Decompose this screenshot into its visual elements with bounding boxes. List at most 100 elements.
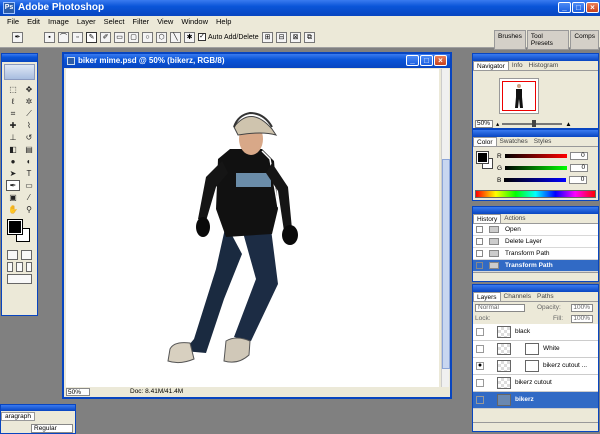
zoom-in-icon[interactable]: ▲ [565, 121, 571, 128]
dodge-tool-icon[interactable]: ◐ [22, 156, 36, 167]
layer-visibility-toggle[interactable] [476, 328, 484, 336]
history-item[interactable]: Delete Layer [473, 236, 598, 248]
color-spectrum-ramp[interactable] [475, 190, 596, 198]
well-tab-comps[interactable]: Comps [570, 30, 599, 50]
doc-minimize-button[interactable]: _ [406, 55, 419, 66]
channel-r-slider[interactable] [504, 154, 567, 158]
pen-tool-preset-icon[interactable]: ✒ [12, 32, 23, 43]
standard-mode-icon[interactable] [7, 250, 18, 260]
minimize-button[interactable]: _ [558, 2, 571, 13]
history-brush-source-icon[interactable] [476, 238, 483, 245]
color-foreground-swatch[interactable] [476, 151, 489, 164]
color-titlebar[interactable] [473, 130, 598, 137]
menu-edit[interactable]: Edit [23, 16, 44, 27]
font-style-select[interactable]: Regular [31, 424, 73, 433]
layer-visibility-toggle[interactable] [476, 396, 484, 404]
menu-help[interactable]: Help [212, 16, 235, 27]
tab-paragraph[interactable]: aragraph [1, 412, 36, 421]
history-item-selected[interactable]: Transform Path [473, 260, 598, 272]
channel-g-slider[interactable] [505, 166, 568, 170]
layer-row[interactable]: black [473, 324, 598, 341]
subtract-path-icon[interactable]: ⊟ [276, 32, 287, 43]
pen-icon[interactable]: ✎ [86, 32, 97, 43]
tab-styles[interactable]: Styles [531, 137, 555, 146]
auto-add-delete-option[interactable]: ✓ Auto Add/Delete [198, 33, 259, 41]
marquee-tool-icon[interactable]: ⬚ [6, 84, 20, 95]
brush-tool-icon[interactable]: ⌇ [22, 120, 36, 131]
opacity-field[interactable]: 100% [571, 304, 593, 312]
tab-info[interactable]: Info [509, 61, 526, 70]
eye-icon[interactable]: ● [476, 362, 484, 370]
blur-tool-icon[interactable]: ● [6, 156, 20, 167]
menu-layer[interactable]: Layer [73, 16, 100, 27]
fill-field[interactable]: 100% [571, 315, 593, 323]
freeform-pen-icon[interactable]: ✐ [100, 32, 111, 43]
canvas[interactable] [66, 69, 439, 387]
slice-tool-icon[interactable]: ⟋ [22, 108, 36, 119]
add-to-path-icon[interactable]: ⊞ [262, 32, 273, 43]
quick-mask-mode-icon[interactable] [21, 250, 32, 260]
eyedropper-icon[interactable]: ⁄ [22, 192, 36, 203]
navigator-titlebar[interactable] [473, 54, 598, 61]
gradient-tool-icon[interactable]: ▤ [22, 144, 36, 155]
clone-stamp-icon[interactable]: ⊥ [6, 132, 20, 143]
paths-icon[interactable]: ⌒ [58, 32, 69, 43]
path-selection-icon[interactable]: ➤ [6, 168, 20, 179]
type-tool-icon[interactable]: T [22, 168, 36, 179]
navigator-zoom-field[interactable]: 50% [475, 120, 493, 128]
history-brush-source-icon[interactable] [476, 262, 483, 269]
channel-r-value[interactable]: 0 [569, 152, 588, 160]
notes-tool-icon[interactable]: ▣ [6, 192, 20, 203]
well-tab-tool-presets[interactable]: Tool Presets [526, 30, 570, 50]
tab-paths[interactable]: Paths [534, 292, 557, 301]
history-brush-source-icon[interactable] [476, 250, 483, 257]
maximize-button[interactable]: □ [572, 2, 585, 13]
fill-pixels-icon[interactable]: ▫ [72, 32, 83, 43]
move-tool-icon[interactable]: ✥ [22, 84, 36, 95]
shape-layers-icon[interactable]: ▪ [44, 32, 55, 43]
foreground-color-swatch[interactable] [7, 219, 23, 235]
zoom-out-icon[interactable]: ▴ [496, 120, 499, 128]
full-screen-menu-icon[interactable] [16, 262, 23, 272]
channel-g-value[interactable]: 0 [570, 164, 589, 172]
layer-row-selected[interactable]: bikerz [473, 392, 598, 409]
history-brush-icon[interactable]: ↺ [22, 132, 36, 143]
menu-image[interactable]: Image [44, 16, 73, 27]
crop-tool-icon[interactable]: ⌗ [6, 108, 20, 119]
channel-b-slider[interactable] [504, 178, 567, 182]
navigator-preview[interactable] [499, 78, 539, 114]
blend-mode-select[interactable]: Normal [475, 304, 525, 312]
menu-view[interactable]: View [153, 16, 177, 27]
close-button[interactable]: × [586, 2, 599, 13]
tab-channels[interactable]: Channels [501, 292, 534, 301]
tab-layers[interactable]: Layers [473, 292, 501, 301]
line-icon[interactable]: ╲ [170, 32, 181, 43]
tab-navigator[interactable]: Navigator [473, 61, 509, 70]
ellipse-icon[interactable]: ○ [142, 32, 153, 43]
menu-file[interactable]: File [3, 16, 23, 27]
layer-row[interactable]: White [473, 341, 598, 358]
pen-tool-icon[interactable]: ✒ [6, 180, 20, 191]
adobe-online-icon[interactable] [4, 64, 35, 80]
magic-wand-icon[interactable]: ✲ [22, 96, 36, 107]
jump-to-imageready-icon[interactable] [7, 274, 32, 284]
zoom-tool-icon[interactable]: ⚲ [22, 204, 36, 215]
tab-history[interactable]: History [473, 214, 502, 223]
layer-visibility-toggle[interactable] [476, 345, 484, 353]
channel-b-value[interactable]: 0 [569, 176, 588, 184]
color-swatches[interactable] [6, 219, 33, 246]
tab-swatches[interactable]: Swatches [497, 137, 531, 146]
healing-brush-icon[interactable]: ✚ [6, 120, 20, 131]
document-titlebar[interactable]: biker mime.psd @ 50% (bikerz, RGB/8) _ □… [64, 54, 450, 68]
doc-size-info[interactable]: Doc: 8.41M/41.4M [130, 388, 183, 396]
eraser-tool-icon[interactable]: ◧ [6, 144, 20, 155]
doc-close-button[interactable]: × [434, 55, 447, 66]
exclude-path-icon[interactable]: ⧉ [304, 32, 315, 43]
zoom-slider-knob[interactable] [532, 120, 537, 127]
lasso-tool-icon[interactable]: ℓ [6, 96, 20, 107]
menu-window[interactable]: Window [177, 16, 212, 27]
zoom-field[interactable]: 50% [66, 388, 90, 396]
hand-tool-icon[interactable]: ✋ [6, 204, 20, 215]
layer-row[interactable]: bikerz cutout [473, 375, 598, 392]
toolbox-titlebar[interactable] [2, 54, 37, 62]
